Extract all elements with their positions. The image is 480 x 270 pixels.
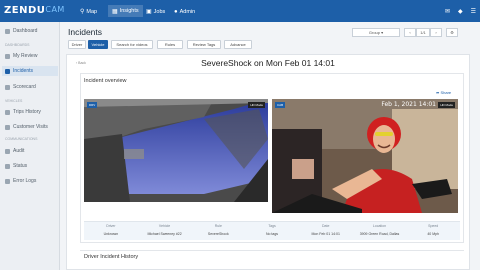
sidebar-item-label: My Review [13,53,38,59]
divider [80,250,464,251]
meta-header: Vehicle [158,224,171,228]
tab-vehicle[interactable]: Vehicle [88,40,108,49]
nav-map-label: Map [86,8,98,15]
video-timestamp: Feb 1, 2021 14:01 [381,101,436,108]
tab-driver[interactable]: Driver [68,40,86,49]
driver-incident-history-heading: Driver Incident History [84,254,139,260]
camera-label-badge: CAB [275,102,286,108]
status-icon [5,163,10,169]
sidebar-item-audit[interactable]: Audit [2,146,58,156]
meta-date-value: Mon Feb 01 14:01 [311,232,340,236]
brand-logo[interactable]: ZENDU CAM [4,5,64,16]
nav-map[interactable]: ⚲ Map [80,7,97,16]
incidents-icon [5,68,10,74]
brand-name: ZENDU [4,5,46,16]
meta-header: Rule [214,224,222,228]
dashboard-icon [5,28,10,34]
video-quality-badge: HD Mode [248,102,265,108]
prev-page-button[interactable]: ‹ [404,28,416,37]
sidebar-item-label: Status [13,163,28,169]
brand-sub: CAM [45,5,65,14]
envelope-icon[interactable]: ✉ [445,8,450,15]
sidebar-item-dashboard[interactable]: Dashboard [2,26,58,36]
audit-icon [5,148,10,154]
sidebar-item-label: Incidents [13,68,34,74]
meta-header: Date [322,224,330,228]
sidebar-item-label: Error Logs [13,178,37,184]
camera-feed-cabin[interactable]: CAB Feb 1, 2021 14:01 HD Mode [272,99,458,213]
meta-header: Driver [106,224,116,228]
page-indicator: 1/1 [416,28,430,37]
sidebar-item-label: Customer Visits [13,124,48,130]
review-tags-dropdown[interactable]: Review Tags [187,40,221,49]
customer-icon [5,124,10,130]
sidebar-item-status[interactable]: Status [2,161,58,171]
trips-icon [5,109,10,115]
top-nav-bar: ZENDU CAM ⚲ Map ▦ Insights ▣ Jobs ● Admin… [0,0,480,22]
sidebar-item-incidents[interactable]: Incidents [2,66,58,76]
share-button[interactable]: ➦ Share [436,90,451,95]
meta-tags-value[interactable]: No tags [245,232,299,236]
sidebar-section-label: Dashboards [5,43,30,47]
page-title: Incidents [68,27,103,37]
error-log-icon [5,178,10,184]
metadata-values: Unknown Michael Sweeney #22 SevereShock … [84,232,460,236]
meta-rule-value: SevereShock [207,232,229,236]
insights-icon: ▦ [112,8,118,15]
meta-driver-value[interactable]: Unknown [84,232,138,236]
account-menu-icon[interactable]: ☰ [471,8,476,15]
meta-speed-value: 40 Mph [427,232,440,236]
sidebar-item-my-review[interactable]: My Review [2,51,58,61]
nav-jobs[interactable]: ▣ Jobs [146,7,165,16]
nav-insights-label: Insights [119,8,139,14]
sidebar-item-error-logs[interactable]: Error Logs [2,176,58,186]
sidebar-item-customer-visits[interactable]: Customer Visits [2,122,58,132]
sidebar-item-label: Scorecard [13,84,36,90]
share-label: Share [440,90,452,95]
jobs-icon: ▣ [146,9,152,15]
meta-location-value[interactable]: 3909 Green Road, Dallas [353,232,407,236]
group-select[interactable]: Group ▾ [352,28,400,37]
video-quality-badge: HD Mode [438,102,455,108]
gear-icon: ⚙ [450,30,454,35]
settings-button[interactable]: ⚙ [446,28,458,37]
metadata-headers: Driver Vehicle Rule Tags Date Location S… [84,224,460,228]
meta-header: Speed [428,224,439,228]
bell-icon[interactable]: ◆ [458,8,463,15]
review-icon [5,53,10,59]
sidebar: Dashboards Vehicles Communications Dashb… [0,22,60,270]
camera-frame-cabin [272,99,458,213]
nav-jobs-label: Jobs [153,8,166,15]
meta-header: Location [372,224,387,228]
nav-insights[interactable]: ▦ Insights [108,5,143,17]
sidebar-section-label: Vehicles [5,99,23,103]
user-icon: ● [174,8,178,15]
camera-label-badge: DRV [87,102,98,108]
sidebar-section-label: Communications [5,137,38,141]
advance-dropdown[interactable]: Advance [224,40,252,49]
top-right-icons: ✉ ◆ ☰ [445,8,476,15]
app-window: ZENDU CAM ⚲ Map ▦ Insights ▣ Jobs ● Admin… [0,0,480,270]
rules-dropdown[interactable]: Rules [157,40,183,49]
sidebar-item-label: Dashboard [13,28,38,34]
share-icon: ➦ [436,90,440,95]
camera-frame-driver [84,99,268,202]
sidebar-item-label: Trips History [13,109,41,115]
search-videos-dropdown[interactable]: Search for videos [111,40,153,49]
sidebar-item-trips-history[interactable]: Trips History [2,107,58,117]
sidebar-item-scorecard[interactable]: Scorecard [2,82,58,92]
group-select-label: Group [368,30,380,35]
camera-feed-driver[interactable]: DRV HD Mode [84,99,268,202]
map-pin-icon: ⚲ [80,9,85,15]
scorecard-icon [5,84,10,90]
incident-title: SevereShock on Mon Feb 01 14:01 [201,58,335,68]
nav-admin-label: Admin [179,8,196,15]
incident-overview-heading: Incident overview [84,78,127,84]
meta-header: Tags [268,224,276,228]
sidebar-item-label: Audit [13,148,25,154]
nav-admin[interactable]: ● Admin [174,7,195,16]
meta-vehicle-value[interactable]: Michael Sweeney #22 [138,232,192,236]
next-page-button[interactable]: › [430,28,442,37]
